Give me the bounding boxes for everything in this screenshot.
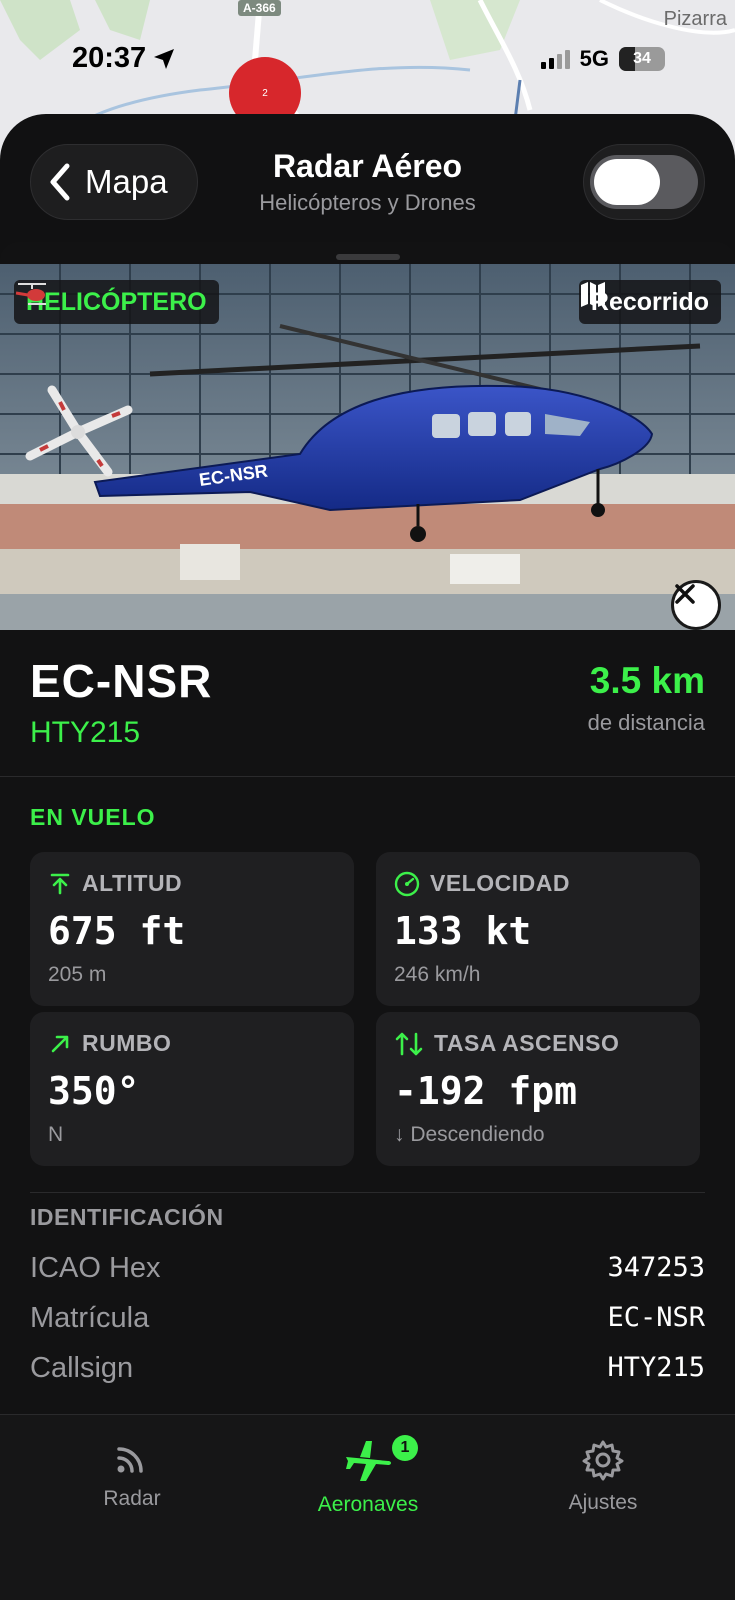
tab-label: Aeronaves [317,1493,419,1516]
airplane-icon [346,1441,391,1481]
tab-label: Radar [103,1487,161,1510]
close-icon [675,584,695,604]
stat-subvalue: ↓ Descendiendo [394,1123,545,1146]
identification-title: IDENTIFICACIÓN [30,1204,224,1230]
battery-icon: 34 [619,47,665,71]
track-button[interactable]: Recorrido [578,280,721,324]
stat-label: VELOCIDAD [430,870,570,896]
info-key: Callsign [30,1352,134,1384]
road-label: A-366 [238,0,281,16]
map-icon [580,282,605,307]
info-row-callsign: Callsign HTY215 [30,1352,705,1385]
toggle-container [583,144,705,220]
arrow-up-icon [50,873,70,894]
stat-heading: RUMBO 350° N [30,1012,354,1166]
speedometer-icon [394,871,420,896]
tab-radar[interactable]: Radar [32,1439,232,1511]
divider [30,1192,705,1193]
info-key: Matrícula [30,1302,150,1334]
tab-bar: Radar 1 Aeronaves Ajustes [0,1414,735,1600]
gear-icon [582,1440,624,1481]
stat-value: 675 ft [48,909,186,953]
detail-card: EC-NSR HELICÓPTERO Recorrido EC-NSR HTY2… [0,242,735,1532]
divider [0,776,735,777]
track-button-label: Recorrido [590,287,709,316]
signal-icon [540,49,570,69]
stat-altitude: ALTITUD 675 ft 205 m [30,852,354,1006]
status-time-text: 20:37 [72,42,147,74]
tab-label: Ajustes [568,1491,638,1514]
aircraft-registration: EC-NSR [30,655,213,707]
info-value: HTY215 [607,1352,705,1383]
flight-status: EN VUELO [30,804,156,830]
arrows-up-down-icon [395,1032,423,1055]
location-arrow-icon [154,48,175,69]
battery-level: 34 [633,50,651,67]
network-type: 5G [579,46,609,71]
stat-speed: VELOCIDAD 133 kt 246 km/h [376,852,700,1006]
stat-label: ALTITUD [82,870,183,896]
stat-value: 350° [48,1069,140,1113]
place-label: Pizarra [663,8,727,30]
mode-toggle[interactable] [590,155,698,209]
info-key: ICAO Hex [30,1252,161,1284]
aircraft-callsign: HTY215 [30,716,141,749]
aircraft-type-badge: HELICÓPTERO [14,280,219,324]
stat-subvalue: 246 km/h [394,963,481,986]
tab-aircraft[interactable]: 1 Aeronaves [268,1435,468,1517]
aircraft-sheet: Mapa Radar Aéreo Helicópteros y Drones E… [0,114,735,1600]
aircraft-type-label: HELICÓPTERO [26,287,207,316]
info-value: EC-NSR [607,1302,705,1333]
sheet-grabber[interactable] [336,254,400,260]
helicopter-icon [15,283,46,305]
close-photo-button[interactable] [671,580,721,630]
toggle-knob [594,159,660,205]
distance-value: 3.5 km [589,660,705,701]
tab-settings[interactable]: Ajustes [503,1439,703,1515]
stat-value: 133 kt [394,909,532,953]
aircraft-photo: EC-NSR HELICÓPTERO Recorrido [0,264,735,630]
stat-subvalue: N [48,1123,64,1146]
info-value: 347253 [607,1252,705,1283]
radar-signal-icon [117,1447,143,1473]
stat-label: TASA ASCENSO [434,1030,620,1056]
status-time: 20:37 [72,42,176,75]
stat-climb-rate: TASA ASCENSO -192 fpm ↓ Descendiendo [376,1012,700,1166]
status-indicators: 5G 34 [540,46,665,72]
stat-value: -192 fpm [394,1069,578,1113]
stat-subvalue: 205 m [48,963,107,986]
stat-label: RUMBO [82,1030,172,1056]
info-row-icao: ICAO Hex 347253 [30,1252,705,1285]
nav-bar: Mapa Radar Aéreo Helicópteros y Drones [0,114,735,244]
info-row-registration: Matrícula EC-NSR [30,1302,705,1335]
distance-caption: de distancia [587,710,705,735]
arrow-up-right-icon [51,1035,69,1052]
notification-badge: 1 [392,1435,418,1461]
